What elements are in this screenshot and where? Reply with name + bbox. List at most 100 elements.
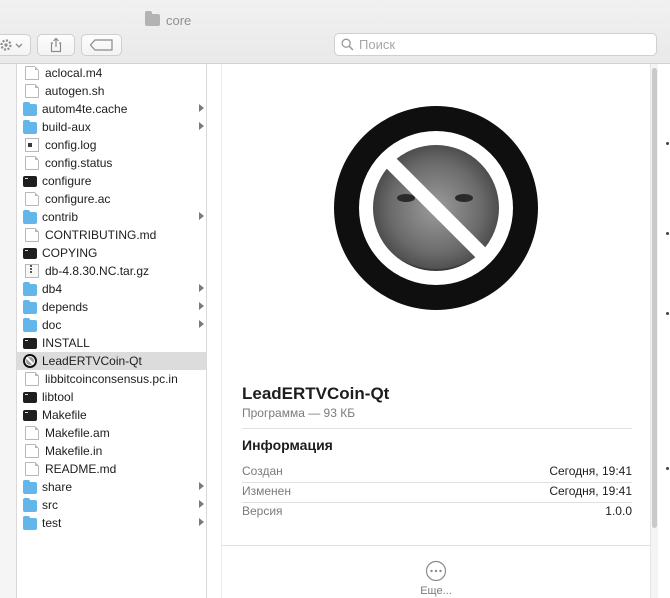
file-row[interactable]: config.log — [17, 136, 206, 154]
folder-row[interactable]: contrib — [17, 208, 206, 226]
document-icon — [25, 372, 39, 386]
info-value: Сегодня, 19:41 — [549, 464, 632, 478]
file-name: depends — [42, 300, 89, 314]
file-row[interactable]: COPYING — [17, 244, 206, 262]
folder-row[interactable]: depends — [17, 298, 206, 316]
tag-button[interactable] — [81, 34, 122, 56]
document-icon — [25, 66, 39, 80]
chevron-right-icon — [199, 518, 204, 526]
action-menu-button[interactable] — [0, 34, 31, 56]
file-name: Makefile — [42, 408, 87, 422]
chevron-right-icon — [199, 482, 204, 490]
divider — [242, 428, 632, 429]
window-title-label: core — [166, 12, 192, 28]
file-row[interactable]: libbitcoinconsensus.pc.in — [17, 370, 206, 388]
document-icon — [25, 228, 39, 242]
preview-pane: LeadERTVCoin-Qt Программа — 93 КБ Информ… — [221, 64, 651, 598]
file-name: libbitcoinconsensus.pc.in — [45, 372, 178, 386]
file-row[interactable]: Makefile.in — [17, 442, 206, 460]
file-list-column[interactable]: aclocal.m4 autogen.sh autom4te.cache build-… — [16, 64, 207, 598]
executable-icon — [23, 248, 37, 259]
divider — [242, 482, 632, 483]
folder-icon — [23, 120, 37, 134]
sidebar-edge — [0, 64, 16, 598]
more-label[interactable]: Еще... — [415, 585, 457, 597]
file-name: test — [42, 516, 62, 530]
gear-icon — [0, 39, 22, 51]
document-icon — [25, 444, 39, 458]
folder-icon — [23, 318, 37, 332]
file-name: autogen.sh — [45, 84, 105, 98]
folder-icon — [23, 516, 37, 530]
info-key: Изменен — [242, 484, 291, 498]
share-button[interactable] — [37, 34, 75, 56]
preview-subtitle: Программа — 93 КБ — [242, 406, 356, 420]
tag-icon — [89, 39, 113, 51]
folder-row[interactable]: autom4te.cache — [17, 100, 206, 118]
file-row[interactable]: LeadERTVCoin-Qt — [17, 352, 206, 370]
info-key: Версия — [242, 504, 283, 518]
executable-icon — [23, 410, 37, 421]
chevron-right-icon — [199, 320, 204, 328]
file-name: db-4.8.30.NC.tar.gz — [45, 264, 150, 278]
folder-icon — [23, 282, 37, 296]
file-row[interactable]: Makefile — [17, 406, 206, 424]
document-icon — [25, 156, 39, 170]
folder-icon — [23, 300, 37, 314]
info-row-modified: Изменен Сегодня, 19:41 — [242, 484, 632, 500]
file-name: README.md — [45, 462, 117, 476]
preview-title: LeadERTVCoin-Qt — [242, 384, 390, 403]
scrollbar-thumb[interactable] — [652, 68, 657, 528]
chevron-right-icon — [199, 302, 204, 310]
file-row[interactable]: libtool — [17, 388, 206, 406]
file-name: configure.ac — [45, 192, 111, 206]
file-name: doc — [42, 318, 62, 332]
executable-icon — [23, 392, 37, 403]
divider — [242, 502, 632, 503]
file-row[interactable]: autogen.sh — [17, 82, 206, 100]
file-row[interactable]: db-4.8.30.NC.tar.gz — [17, 262, 206, 280]
file-row[interactable]: aclocal.m4 — [17, 64, 206, 82]
document-icon — [25, 426, 39, 440]
info-row-version: Версия 1.0.0 — [242, 504, 632, 520]
file-row[interactable]: config.status — [17, 154, 206, 172]
archive-icon — [25, 264, 39, 278]
folder-row[interactable]: share — [17, 478, 206, 496]
folder-row[interactable]: doc — [17, 316, 206, 334]
toolbar: core — [0, 0, 670, 64]
search-field[interactable] — [334, 33, 657, 56]
column-marker — [666, 232, 669, 235]
file-row[interactable]: CONTRIBUTING.md — [17, 226, 206, 244]
file-name: LeadERTVCoin-Qt — [42, 354, 142, 368]
file-name: db4 — [42, 282, 63, 296]
file-row[interactable]: README.md — [17, 460, 206, 478]
folder-row[interactable]: build-aux — [17, 118, 206, 136]
folder-row[interactable]: test — [17, 514, 206, 532]
info-header: Информация — [242, 437, 333, 453]
file-name: INSTALL — [42, 336, 90, 350]
document-icon — [25, 462, 39, 476]
info-value: 1.0.0 — [605, 504, 632, 518]
executable-icon — [23, 176, 37, 187]
log-file-icon — [25, 138, 39, 152]
column-marker — [666, 312, 669, 315]
file-name: CONTRIBUTING.md — [45, 228, 157, 242]
app-icon — [23, 354, 37, 368]
file-row[interactable]: configure — [17, 172, 206, 190]
folder-row[interactable]: src — [17, 496, 206, 514]
file-name: contrib — [42, 210, 79, 224]
search-input[interactable] — [359, 37, 649, 52]
folder-icon — [23, 102, 37, 116]
file-name: Makefile.am — [45, 426, 110, 440]
folder-row[interactable]: db4 — [17, 280, 206, 298]
more-icon[interactable] — [425, 560, 447, 582]
info-key: Создан — [242, 464, 283, 478]
file-row[interactable]: configure.ac — [17, 190, 206, 208]
document-icon — [25, 192, 39, 206]
file-name: config.status — [45, 156, 113, 170]
file-name: aclocal.m4 — [45, 66, 103, 80]
divider — [222, 545, 651, 546]
file-row[interactable]: INSTALL — [17, 334, 206, 352]
folder-icon — [23, 210, 37, 224]
file-row[interactable]: Makefile.am — [17, 424, 206, 442]
